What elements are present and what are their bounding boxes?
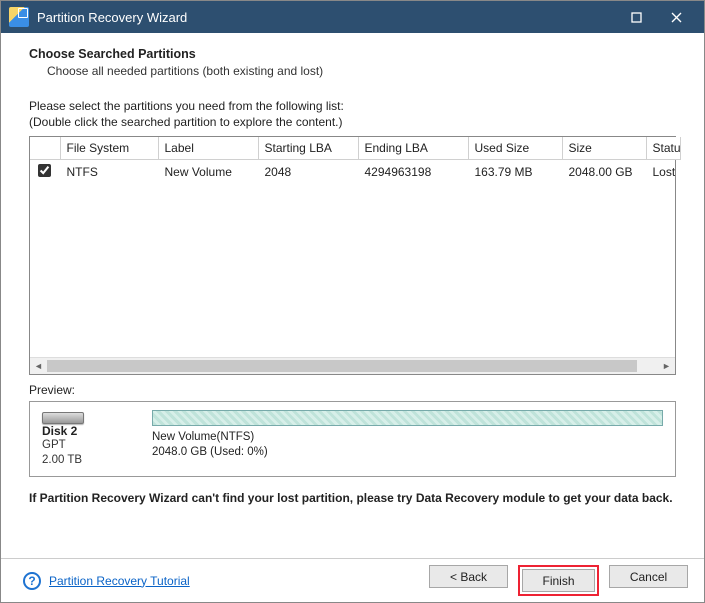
volume-bar xyxy=(152,410,663,426)
titlebar: Partition Recovery Wizard xyxy=(1,1,704,33)
maximize-button[interactable] xyxy=(616,1,656,33)
cell-startlba: 2048 xyxy=(258,160,358,184)
instruction-line-2: (Double click the searched partition to … xyxy=(29,114,676,130)
section-subheading: Choose all needed partitions (both exist… xyxy=(47,64,676,78)
back-button[interactable]: < Back xyxy=(429,565,508,588)
scroll-left-arrow-icon[interactable]: ◄ xyxy=(30,358,47,374)
disk-name: Disk 2 xyxy=(42,424,77,438)
col-checkbox xyxy=(30,137,60,160)
warning-text: If Partition Recovery Wizard can't find … xyxy=(29,491,676,505)
finish-button[interactable]: Finish xyxy=(522,569,595,592)
disk-size: 2.00 TB xyxy=(42,453,82,468)
preview-label: Preview: xyxy=(29,383,676,397)
footer: ? Partition Recovery Tutorial < Back Fin… xyxy=(1,558,704,602)
table-header-row: File System Label Starting LBA Ending LB… xyxy=(30,137,680,160)
cell-status: Lost/ xyxy=(646,160,675,184)
col-endlba[interactable]: Ending LBA xyxy=(358,137,468,160)
instruction-line-1: Please select the partitions you need fr… xyxy=(29,98,676,114)
volume-detail: 2048.0 GB (Used: 0%) xyxy=(152,445,663,460)
cell-label: New Volume xyxy=(158,160,258,184)
help-icon[interactable]: ? xyxy=(23,572,41,590)
tutorial-link[interactable]: Partition Recovery Tutorial xyxy=(49,574,190,588)
preview-box: Disk 2 GPT 2.00 TB New Volume(NTFS) 2048… xyxy=(29,401,676,477)
disk-type: GPT xyxy=(42,438,66,453)
volume-name: New Volume(NTFS) xyxy=(152,430,663,445)
section-heading: Choose Searched Partitions xyxy=(29,47,676,61)
scroll-right-arrow-icon[interactable]: ► xyxy=(658,358,675,374)
window-title: Partition Recovery Wizard xyxy=(37,10,616,25)
cell-usedsize: 163.79 MB xyxy=(468,160,562,184)
col-size[interactable]: Size xyxy=(562,137,646,160)
close-button[interactable] xyxy=(656,1,696,33)
col-startlba[interactable]: Starting LBA xyxy=(258,137,358,160)
col-usedsize[interactable]: Used Size xyxy=(468,137,562,160)
col-label[interactable]: Label xyxy=(158,137,258,160)
table-row[interactable]: NTFS New Volume 2048 4294963198 163.79 M… xyxy=(30,160,675,184)
cancel-button[interactable]: Cancel xyxy=(609,565,688,588)
disk-icon xyxy=(42,412,84,424)
finish-highlight: Finish xyxy=(518,565,599,596)
cell-filesystem: NTFS xyxy=(60,160,158,184)
col-status[interactable]: Statu xyxy=(646,137,680,160)
row-checkbox[interactable] xyxy=(38,164,51,177)
horizontal-scrollbar[interactable]: ◄ ► xyxy=(30,357,675,374)
cell-endlba: 4294963198 xyxy=(358,160,468,184)
app-icon xyxy=(9,7,29,27)
scrollbar-thumb[interactable] xyxy=(47,360,637,372)
partition-table: File System Label Starting LBA Ending LB… xyxy=(29,136,676,375)
col-filesystem[interactable]: File System xyxy=(60,137,158,160)
cell-size: 2048.00 GB xyxy=(562,160,646,184)
